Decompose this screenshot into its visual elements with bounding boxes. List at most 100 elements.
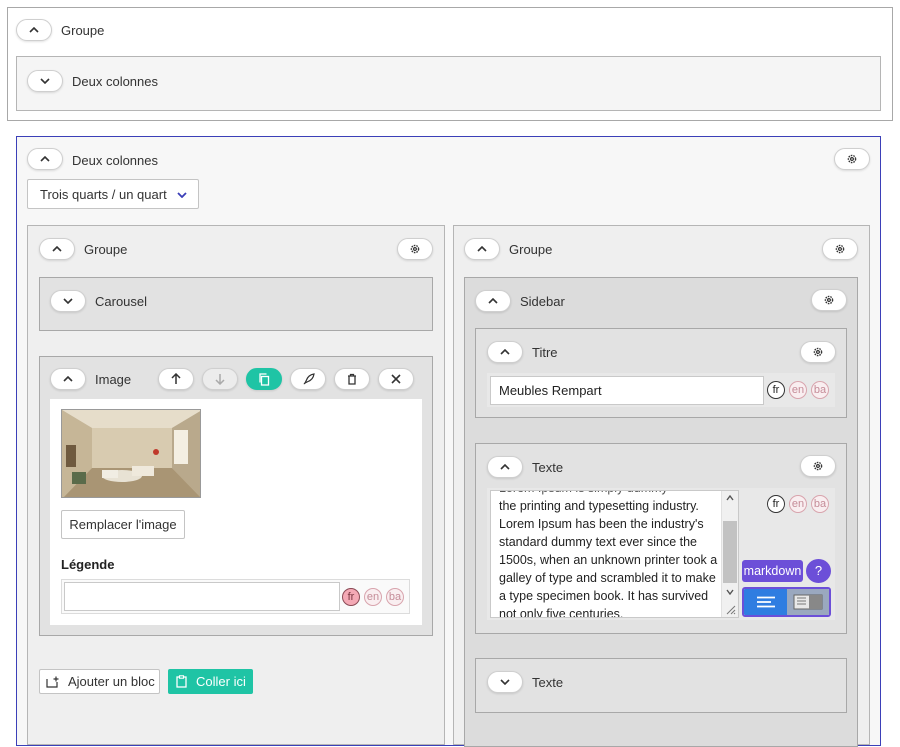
scroll-up-icon[interactable] — [726, 495, 734, 501]
two-columns-settings-button[interactable] — [834, 148, 870, 170]
gear-icon — [835, 244, 845, 254]
add-block-button[interactable]: Ajouter un bloc — [39, 669, 160, 694]
chevron-down-icon — [500, 679, 510, 685]
markdown-badge[interactable]: markdown — [742, 560, 803, 582]
chevron-up-icon — [52, 246, 62, 252]
text-textarea[interactable]: Lorem Ipsum is simply dummy the printing… — [490, 490, 739, 618]
delete-button[interactable] — [334, 368, 370, 390]
copy-icon — [259, 372, 270, 386]
gear-icon — [847, 154, 857, 164]
collapsed-two-columns-expand-button[interactable] — [27, 70, 63, 92]
chevron-up-icon — [488, 298, 498, 304]
gear-icon — [813, 347, 823, 357]
left-group-collapse-button[interactable] — [39, 238, 75, 260]
title-block-settings-button[interactable] — [800, 341, 836, 363]
trash-icon — [348, 373, 356, 385]
gear-icon — [813, 461, 823, 471]
chevron-up-icon — [40, 156, 50, 162]
collapsed-two-columns-label: Deux colonnes — [72, 74, 158, 89]
arrow-up-icon — [171, 373, 181, 384]
add-block-icon — [46, 676, 59, 688]
title-input[interactable]: Meubles Rempart — [490, 376, 764, 405]
top-group-collapse-button[interactable] — [16, 19, 52, 41]
text-line: the printing and typesetting industry. — [499, 499, 699, 513]
caption-label: Légende — [61, 557, 115, 572]
text-lang-ba[interactable]: ba — [811, 495, 829, 513]
align-left-icon — [757, 596, 775, 608]
text-line: Lorem Ipsum has been the industry's — [499, 517, 704, 531]
collapsed-text-label: Texte — [532, 675, 564, 690]
caption-input[interactable] — [64, 582, 340, 611]
close-icon — [391, 374, 401, 384]
text-line: galley of type and scrambled it to make — [499, 571, 716, 585]
markdown-help-button[interactable]: ? — [806, 559, 831, 583]
collapsed-text-panel — [475, 658, 847, 713]
close-button[interactable] — [378, 368, 414, 390]
chevron-down-icon — [63, 298, 73, 304]
text-block-settings-button[interactable] — [800, 455, 836, 477]
image-block-label: Image — [95, 372, 132, 387]
text-line: a type specimen book. It has survived — [499, 589, 709, 603]
move-down-button[interactable] — [202, 368, 238, 390]
sidebar-settings-button[interactable] — [811, 289, 847, 311]
text-line: standard dummy text ever since the — [499, 535, 698, 549]
scrollbar-thumb[interactable] — [723, 521, 737, 583]
chevron-down-icon — [177, 192, 187, 198]
preview-mode-option[interactable] — [787, 589, 829, 615]
caption-lang-ba[interactable]: ba — [386, 588, 404, 606]
sidebar-collapse-button[interactable] — [475, 290, 511, 312]
top-group-label: Groupe — [61, 23, 105, 38]
text-lang-en[interactable]: en — [789, 495, 807, 513]
text-textarea-content: Lorem Ipsum is simply dummy the printing… — [499, 491, 724, 618]
title-block-label: Titre — [532, 345, 558, 360]
text-line: not only five centuries. — [499, 607, 624, 618]
chevron-up-icon — [29, 27, 39, 33]
image-block-collapse-button[interactable] — [50, 368, 86, 390]
right-group-collapse-button[interactable] — [464, 238, 500, 260]
title-lang-fr[interactable]: fr — [767, 381, 785, 399]
clipboard-icon — [176, 675, 187, 688]
add-block-label: Ajouter un bloc — [68, 674, 155, 689]
caption-lang-fr[interactable]: fr — [342, 588, 360, 606]
layout-select[interactable]: Trois quarts / un quart — [27, 179, 199, 209]
layout-select-value: Trois quarts / un quart — [40, 186, 167, 202]
paste-here-button[interactable]: Coller ici — [168, 669, 253, 694]
paste-here-label: Coller ici — [196, 674, 246, 689]
rocket-icon — [303, 372, 315, 384]
chevron-up-icon — [477, 246, 487, 252]
chevron-up-icon — [63, 376, 73, 382]
split-view-icon — [793, 594, 823, 610]
text-block-collapse-button[interactable] — [487, 456, 523, 478]
chevron-up-icon — [500, 464, 510, 470]
replace-image-label: Remplacer l'image — [69, 517, 177, 532]
chevron-down-icon — [40, 78, 50, 84]
launch-button[interactable] — [290, 368, 326, 390]
left-group-settings-button[interactable] — [397, 238, 433, 260]
text-mode-option[interactable] — [744, 589, 787, 615]
title-lang-en[interactable]: en — [789, 381, 807, 399]
text-lang-fr[interactable]: fr — [767, 495, 785, 513]
image-thumbnail[interactable] — [61, 409, 201, 498]
carousel-label: Carousel — [95, 294, 148, 309]
title-block-collapse-button[interactable] — [487, 341, 523, 363]
move-up-button[interactable] — [158, 368, 194, 390]
two-columns-collapse-button[interactable] — [27, 148, 63, 170]
right-group-settings-button[interactable] — [822, 238, 858, 260]
editor-mode-toggle[interactable] — [742, 587, 831, 617]
left-group-label: Groupe — [84, 242, 128, 257]
replace-image-button[interactable]: Remplacer l'image — [61, 510, 185, 539]
text-scrollbar[interactable] — [721, 491, 738, 617]
resize-grip-icon[interactable] — [724, 603, 736, 615]
copy-button[interactable] — [246, 368, 282, 390]
caption-lang-en[interactable]: en — [364, 588, 382, 606]
text-line: 1500s, when an unknown printer took a — [499, 553, 718, 567]
title-lang-ba[interactable]: ba — [811, 381, 829, 399]
carousel-expand-button[interactable] — [50, 290, 86, 312]
two-columns-label: Deux colonnes — [72, 153, 158, 168]
right-group-label: Groupe — [509, 242, 553, 257]
scroll-down-icon[interactable] — [726, 589, 734, 595]
collapsed-text-expand-button[interactable] — [487, 671, 523, 693]
text-line-clipped: Lorem Ipsum is simply dummy — [499, 491, 724, 497]
text-block-label: Texte — [532, 460, 564, 475]
gear-icon — [410, 244, 420, 254]
